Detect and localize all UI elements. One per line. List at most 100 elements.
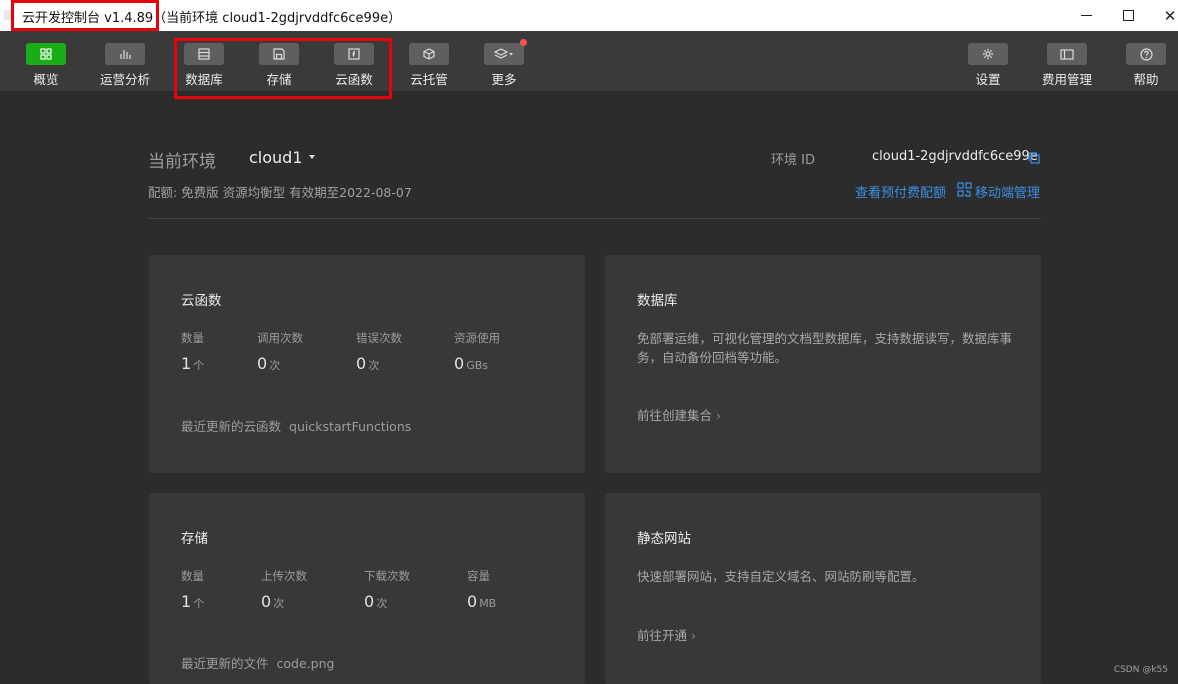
tool-cloud-hosting[interactable]: 云托管 [393,43,465,88]
stat-label: 下载次数 [364,569,410,583]
env-id-label: 环境 ID [771,153,815,168]
tool-billing[interactable]: 费用管理 [1031,43,1103,88]
stat-label: 上传次数 [261,569,307,583]
qr-code-icon[interactable] [957,182,972,197]
chevron-right-icon: › [716,408,722,423]
recent-files: 最近更新的文件 code.png [181,653,334,672]
maximize-button[interactable] [1106,0,1150,31]
tool-settings[interactable]: 设置 [952,43,1024,88]
env-label: 当前环境 [148,152,216,172]
card-description: 快速部署网站，支持自定义域名、网站防刷等配置。 [637,569,925,584]
stat-value: 0 [467,592,478,611]
recent-label: 最近更新的云函数 [181,419,282,434]
action-label: 前往创建集合 [637,408,713,423]
watermark: CSDN @k55 [1113,665,1168,675]
tool-overview[interactable]: 概览 [10,43,82,88]
card-database: 数据库 免部署运维，可视化管理的文档型数据库，支持数据读写，数据库事务，自动备份… [605,255,1041,473]
minimize-icon [1080,15,1092,16]
function-icon [348,48,360,60]
stat-unit: GBs [466,359,488,372]
minimize-button[interactable] [1064,0,1108,31]
recent-functions: 最近更新的云函数 quickstartFunctions [181,416,411,435]
close-icon: ✕ [1163,6,1177,25]
stat-unit: 次 [273,597,285,610]
tool-cloud-functions[interactable]: 云函数 [318,43,390,88]
gear-icon [982,48,994,60]
tool-database[interactable]: 数据库 [168,43,240,88]
env-selector[interactable]: cloud1 [249,148,303,167]
stat-unit: 次 [269,359,281,372]
stat-count: 数量 1个 [181,568,204,611]
stat-unit: 次 [376,597,388,610]
card-title: 存储 [181,531,208,547]
notification-dot [520,39,527,46]
database-icon [198,48,210,60]
enable-static-website-link[interactable]: 前往开通 › [637,625,696,644]
toolbar: 概览 运营分析 数据库 存储 云函数 云托管 更多 设置 费用管理 帮助 [0,31,1178,91]
view-prepaid-quota-link[interactable]: 查看预付费配额 [855,182,946,201]
stat-unit: 个 [193,359,205,372]
stat-count: 数量 1个 [181,330,204,373]
mobile-management-link[interactable]: 移动端管理 [975,182,1040,201]
grid-icon [40,48,52,60]
recent-file-link[interactable]: code.png [277,656,335,671]
tool-more[interactable]: 更多 [468,39,540,88]
stat-value: 0 [364,592,375,611]
tool-help[interactable]: 帮助 [1110,43,1178,88]
card-title: 云函数 [181,293,222,309]
help-icon [1139,47,1153,61]
stat-unit: MB [479,597,497,610]
create-collection-link[interactable]: 前往创建集合 › [637,405,721,424]
stat-capacity: 容量 0 MB [467,568,496,611]
window-title: 云开发控制台 v1.4.89（当前环境 cloud1-2gdjrvddfc6ce… [22,11,402,26]
tool-label: 帮助 [1133,72,1159,87]
billing-icon [1060,48,1074,60]
stat-label: 错误次数 [356,331,402,345]
tool-label: 更多 [491,72,517,87]
stat-unit: 次 [368,359,380,372]
tool-label: 概览 [33,72,59,87]
stat-label: 数量 [181,569,204,583]
card-static-website: 静态网站 快速部署网站，支持自定义域名、网站防刷等配置。 前往开通 › [605,493,1041,684]
close-button[interactable]: ✕ [1148,0,1178,31]
save-icon [273,48,285,60]
tool-storage[interactable]: 存储 [243,43,315,88]
action-label: 前往开通 [637,628,688,643]
stat-value: 0 [257,354,268,373]
recent-function-link[interactable]: quickstartFunctions [289,419,411,434]
bar-chart-icon [120,50,131,59]
cube-icon [423,48,435,60]
header-divider [148,218,1041,219]
stat-value: 1 [181,592,192,611]
card-storage: 存储 数量 1个 上传次数 0次 下载次数 0次 容量 0 MB 最近更新的文件 c… [149,493,585,684]
stat-downloads: 下载次数 0次 [364,568,410,611]
title-bar: 云开发控制台 v1.4.89（当前环境 cloud1-2gdjrvddfc6ce… [0,0,1178,31]
recent-label: 最近更新的文件 [181,656,269,671]
quota-text: 配额: 免费版 资源均衡型 有效期至2022-08-07 [148,185,412,200]
stat-value: 0 [356,354,367,373]
app-icon [4,10,14,20]
stat-resource-usage: 资源使用 0 GBs [454,330,500,373]
stat-value: 0 [454,354,465,373]
stat-uploads: 上传次数 0次 [261,568,307,611]
tool-analytics[interactable]: 运营分析 [89,43,161,88]
card-title: 数据库 [637,293,678,309]
tool-label: 云函数 [335,72,373,87]
stat-label: 调用次数 [257,331,303,345]
caret-down-icon[interactable] [309,155,315,159]
stat-errors: 错误次数 0次 [356,330,402,373]
card-description: 免部署运维，可视化管理的文档型数据库，支持数据读写，数据库事务，自动备份回档等功… [637,331,1013,365]
stat-unit: 个 [193,597,205,610]
chevron-right-icon: › [691,628,697,643]
tool-label: 数据库 [185,72,223,87]
copy-icon[interactable] [1028,152,1040,164]
card-title: 静态网站 [637,531,691,547]
maximize-icon [1122,10,1134,21]
stat-label: 资源使用 [454,331,500,345]
stat-value: 1 [181,354,192,373]
tool-label: 运营分析 [99,72,150,87]
stat-label: 容量 [467,569,490,583]
tool-label: 费用管理 [1041,72,1092,87]
env-id-value: cloud1-2gdjrvddfc6ce99e [872,149,1038,164]
stat-invocations: 调用次数 0次 [257,330,303,373]
